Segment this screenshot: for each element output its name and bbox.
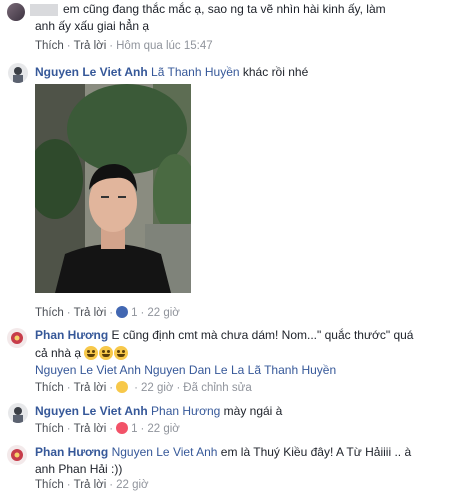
comment-line: Nguyen Le Viet Anh Phan Hương mày ngái à (35, 403, 282, 419)
comment-line: cả nhà ạ (35, 345, 129, 361)
like-link[interactable]: Thích (35, 479, 64, 491)
laughing-emoji-icon (114, 346, 129, 360)
timestamp[interactable]: 22 giờ (116, 479, 148, 491)
like-link[interactable]: Thích (35, 382, 64, 394)
comment-actions: Thích · Trả lời · 1 · 22 giờ (35, 306, 180, 319)
comment-author[interactable]: Phan Hương (35, 445, 108, 459)
comment-text: em là Thuý Kiều đây! A Từ Hảiiii .. à (217, 445, 412, 459)
redacted-name (30, 4, 58, 16)
reply-link[interactable]: Trả lời (74, 382, 107, 394)
comment-author[interactable]: Phan Hương (35, 328, 108, 342)
avatar[interactable] (7, 3, 25, 21)
avatar-figure-icon (13, 407, 23, 423)
comment-author[interactable]: Nguyen Le Viet Anh (35, 65, 148, 79)
comment-text: anh ấy xấu giai hẳn ạ (35, 19, 150, 33)
comment-actions: Thích · Trả lời · · 22 giờ · Đã chỉnh sửa (35, 381, 252, 394)
comment-actions: Thích · Trả lời · Hôm qua lúc 15:47 (35, 40, 213, 52)
mention-link[interactable]: Lã Thanh Huyền (151, 65, 240, 79)
comment-author[interactable]: Nguyen Le Viet Anh (35, 404, 148, 418)
reaction-count[interactable]: 1 (131, 307, 137, 319)
timestamp[interactable]: Hôm qua lúc 15:47 (116, 40, 213, 52)
edited-label[interactable]: Đã chỉnh sửa (183, 382, 251, 394)
laughing-emoji-icon (99, 346, 114, 360)
comment-line: Nguyen Le Viet Anh Lã Thanh Huyền khác r… (35, 64, 308, 80)
avatar[interactable] (8, 403, 28, 423)
comment-text: cả nhà ạ (35, 346, 82, 360)
selfie-photo-icon (35, 84, 191, 293)
reply-link[interactable]: Trả lời (74, 423, 107, 435)
like-link[interactable]: Thích (35, 40, 64, 52)
comment-line: Phan Hương E cũng định cmt mà chưa dám! … (35, 327, 413, 343)
like-link[interactable]: Thích (35, 423, 64, 435)
tag-link[interactable]: Lã Thanh Huyền (248, 363, 337, 377)
mention-link[interactable]: Phan Hương (151, 404, 220, 418)
timestamp[interactable]: 22 giờ (147, 423, 179, 435)
comment-line: Phan Hương Nguyen Le Viet Anh em là Thuý… (35, 444, 411, 460)
comment-photo[interactable] (35, 84, 191, 293)
reaction-count[interactable]: 1 (131, 423, 137, 435)
avatar-flower-icon (11, 449, 23, 461)
comment-text: mày ngái à (220, 404, 283, 418)
reply-link[interactable]: Trả lời (74, 479, 107, 491)
haha-reaction-icon[interactable] (116, 381, 129, 393)
avatar-figure-icon (13, 67, 23, 83)
like-reaction-icon[interactable] (116, 306, 129, 318)
tag-link[interactable]: Nguyen Le Viet Anh (35, 363, 141, 377)
comment-line: anh Phan Hải :)) (35, 461, 122, 477)
timestamp[interactable]: 22 giờ (147, 307, 179, 319)
comment-actions: Thích · Trả lời · 22 giờ (35, 479, 149, 491)
like-link[interactable]: Thích (35, 307, 64, 319)
avatar[interactable] (7, 445, 27, 465)
avatar-flower-icon (11, 332, 23, 344)
comment-text: khác rồi nhé (239, 65, 309, 79)
tag-line: Nguyen Le Viet Anh Nguyen Dan Le La Lã T… (35, 362, 336, 378)
crying-emoji-icon (84, 346, 99, 360)
timestamp[interactable]: 22 giờ (141, 382, 173, 394)
comment-text: anh Phan Hải :)) (35, 462, 123, 476)
comment-text: E cũng định cmt mà chưa dám! Nom..." quắ… (108, 328, 414, 342)
love-reaction-icon[interactable] (116, 422, 129, 434)
comment-actions: Thích · Trả lời · 1 · 22 giờ (35, 422, 180, 435)
reply-link[interactable]: Trả lời (74, 307, 107, 319)
mention-link[interactable]: Nguyen Le Viet Anh (112, 445, 218, 459)
avatar[interactable] (8, 63, 28, 83)
comment-text: em cũng đang thắc mắc ạ, sao ng ta vẽ nh… (63, 2, 386, 16)
tag-link[interactable]: Nguyen Dan Le La (144, 363, 244, 377)
reply-link[interactable]: Trả lời (74, 40, 107, 52)
avatar[interactable] (7, 328, 27, 348)
